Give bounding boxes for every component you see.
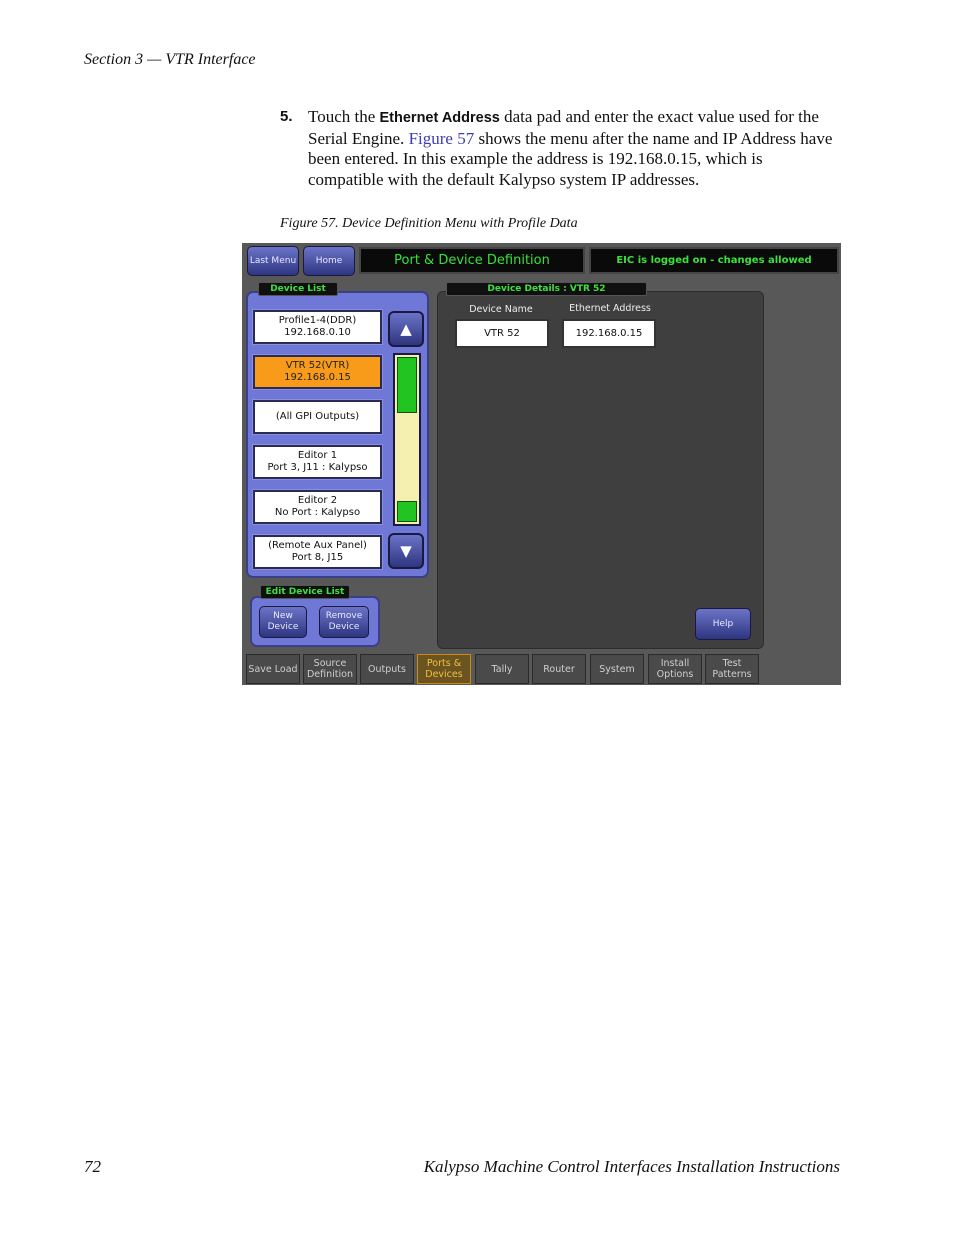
scrollbar-thumb-bottom[interactable] — [397, 501, 417, 522]
device-address: 192.168.0.10 — [284, 327, 351, 338]
edit-device-list-label: Edit Device List — [260, 585, 350, 599]
step-paragraph: 5. Touch the Ethernet Address data pad a… — [280, 107, 840, 190]
menu-title: Port & Device Definition — [359, 247, 585, 274]
remove-device-button[interactable]: Remove Device — [319, 606, 369, 638]
step-text: Touch the — [308, 107, 380, 126]
new-device-button[interactable]: New Device — [259, 606, 307, 638]
tab-install-options[interactable]: Install Options — [648, 654, 702, 684]
device-item-selected[interactable]: VTR 52(VTR) 192.168.0.15 — [253, 355, 382, 389]
device-name: (Remote Aux Panel) — [268, 540, 367, 551]
tab-ports-devices[interactable]: Ports & Devices — [417, 654, 471, 684]
device-name: Editor 1 — [297, 450, 338, 461]
help-button[interactable]: Help — [695, 608, 751, 640]
device-details-label: Device Details : VTR 52 — [446, 282, 647, 296]
device-item[interactable]: Editor 1 Port 3, J11 : Kalypso — [253, 445, 382, 479]
device-address: No Port : Kalypso — [274, 507, 361, 518]
device-name: VTR 52(VTR) — [285, 360, 350, 371]
document-title: Kalypso Machine Control Interfaces Insta… — [423, 1157, 840, 1176]
device-item[interactable]: Editor 2 No Port : Kalypso — [253, 490, 382, 524]
scrollbar-thumb-top[interactable] — [397, 357, 417, 413]
scroll-up-button[interactable]: ▲ — [388, 311, 424, 347]
arrow-down-icon: ▼ — [400, 542, 412, 560]
status-banner: EIC is logged on - changes allowed — [589, 247, 839, 274]
scroll-down-button[interactable]: ▼ — [388, 533, 424, 569]
scrollbar-track[interactable] — [393, 353, 421, 526]
device-address: Port 8, J15 — [291, 552, 344, 563]
tab-outputs[interactable]: Outputs — [360, 654, 414, 684]
device-list-label: Device List — [258, 282, 338, 296]
tab-source-definition[interactable]: Source Definition — [303, 654, 357, 684]
menu-screenshot: Last Menu Home Port & Device Definition … — [242, 243, 841, 685]
last-menu-button[interactable]: Last Menu — [247, 246, 299, 276]
device-item[interactable]: (Remote Aux Panel) Port 8, J15 — [253, 535, 382, 569]
device-item[interactable]: Profile1-4(DDR) 192.168.0.10 — [253, 310, 382, 344]
ethernet-address-label: Ethernet Address — [569, 303, 651, 314]
tab-save-load[interactable]: Save Load — [246, 654, 300, 684]
device-name-field[interactable]: VTR 52 — [455, 319, 549, 348]
step-number: 5. — [280, 108, 293, 125]
device-name: Editor 2 — [297, 495, 338, 506]
section-header: Section 3 — VTR Interface — [84, 51, 256, 68]
device-name-label: Device Name — [469, 304, 533, 315]
device-address: Port 3, J11 : Kalypso — [267, 462, 368, 473]
step-keyword: Ethernet Address — [379, 110, 500, 126]
tab-tally[interactable]: Tally — [475, 654, 529, 684]
device-name: (All GPI Outputs) — [275, 411, 360, 422]
figure-caption: Figure 57. Device Definition Menu with P… — [280, 216, 578, 231]
figure-link[interactable]: Figure 57 — [409, 129, 475, 148]
device-item[interactable]: (All GPI Outputs) — [253, 400, 382, 434]
tab-system[interactable]: System — [590, 654, 644, 684]
tab-router[interactable]: Router — [532, 654, 586, 684]
page-number: 72 — [84, 1157, 101, 1176]
home-button[interactable]: Home — [303, 246, 355, 276]
arrow-up-icon: ▲ — [400, 320, 412, 338]
ethernet-address-field[interactable]: 192.168.0.15 — [562, 319, 656, 348]
device-name: Profile1-4(DDR) — [278, 315, 357, 326]
device-address: 192.168.0.15 — [284, 372, 351, 383]
tab-test-patterns[interactable]: Test Patterns — [705, 654, 759, 684]
